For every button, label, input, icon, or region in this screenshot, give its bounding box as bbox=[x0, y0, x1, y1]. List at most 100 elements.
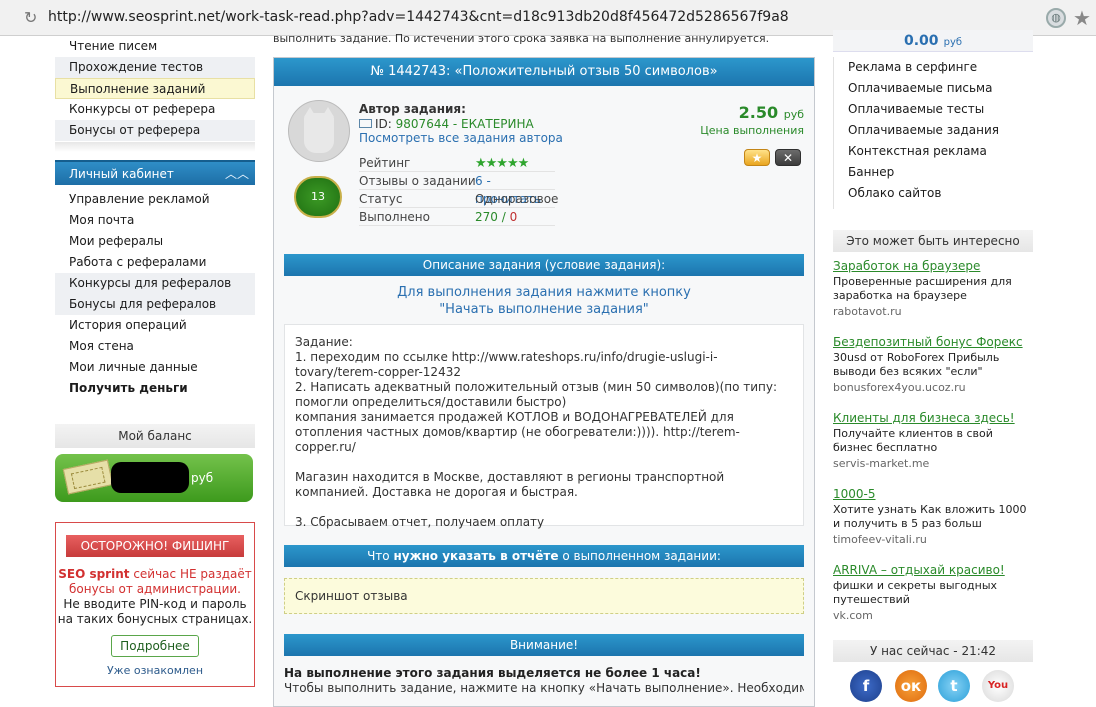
instruction-line1: Для выполнения задания нажмите кнопку bbox=[397, 285, 691, 300]
attention-header: Внимание! bbox=[284, 634, 804, 656]
rating-stars: ★★★★★ bbox=[475, 156, 529, 171]
adv-item-tasks[interactable]: Оплачиваемые задания bbox=[834, 120, 1033, 141]
stat-rating-key: Рейтинг bbox=[359, 156, 411, 170]
interesting-header: Это может быть интересно bbox=[833, 230, 1033, 252]
bookmark-star-icon[interactable]: ★ bbox=[1073, 6, 1091, 30]
balance-currency: руб bbox=[191, 471, 214, 485]
mail-icon[interactable] bbox=[359, 119, 372, 128]
attention-title: На выполнение этого задания выделяется н… bbox=[284, 666, 701, 680]
reload-icon[interactable]: ↻ bbox=[24, 9, 42, 27]
menu-item-referrer-bonuses[interactable]: Бонусы от реферера bbox=[55, 120, 255, 141]
balance-box[interactable]: руб bbox=[55, 454, 253, 502]
youtube-icon[interactable]: You bbox=[982, 670, 1014, 702]
cabinet-item-referral-work[interactable]: Работа с рефералами bbox=[55, 252, 255, 273]
adv-item-letters[interactable]: Оплачиваемые письма bbox=[834, 78, 1033, 99]
menu-divider bbox=[55, 142, 255, 152]
adv-item-context[interactable]: Контекстная реклама bbox=[834, 141, 1033, 162]
report-header-bold: нужно указать в отчёте bbox=[393, 549, 559, 563]
task-card: № 1442743: «Положительный отзыв 50 симво… bbox=[273, 57, 815, 707]
twitter-icon[interactable]: t bbox=[938, 670, 970, 702]
ad-text: Хотите узнать Как вложить 1000 и получит… bbox=[833, 503, 1027, 530]
globe-icon[interactable]: ◍ bbox=[1046, 8, 1066, 28]
author-tasks-link[interactable]: Посмотреть все задания автора bbox=[359, 131, 563, 145]
adv-item-cloud[interactable]: Облако сайтов bbox=[834, 183, 1033, 204]
menu-item-read-letters[interactable]: Чтение писем bbox=[55, 36, 255, 57]
odnoklassniki-icon[interactable]: ок bbox=[895, 670, 927, 702]
ad-title-link[interactable]: 1000-5 bbox=[833, 487, 1033, 501]
cabinet-item-wall[interactable]: Моя стена bbox=[55, 336, 255, 357]
desc-line: Задание: bbox=[295, 335, 353, 349]
ad-url: rabotavot.ru bbox=[833, 305, 902, 318]
desc-gap bbox=[295, 500, 793, 515]
balance-redacted bbox=[111, 462, 189, 493]
cabinet-item-referral-bonuses[interactable]: Бонусы для рефералов bbox=[55, 294, 255, 315]
phishing-title: ОСТОРОЖНО! ФИШИНГ bbox=[66, 535, 244, 557]
cabinet-item-mail[interactable]: Моя почта bbox=[55, 210, 255, 231]
desc-line: компания занимается продажей КОТЛОВ и ВО… bbox=[295, 410, 740, 454]
phishing-ack-link[interactable]: Уже ознакомлен bbox=[56, 664, 254, 677]
cabinet-header[interactable]: Личный кабинет ︿︿ bbox=[55, 160, 255, 185]
cabinet-item-history[interactable]: История операций bbox=[55, 315, 255, 336]
desc-gap bbox=[295, 455, 793, 470]
now-header: У нас сейчас - 21:42 bbox=[833, 640, 1033, 662]
ad-title-link[interactable]: Бездепозитный бонус Форекс bbox=[833, 335, 1033, 349]
menu-item-referrer-contests[interactable]: Конкурсы от реферера bbox=[55, 99, 255, 120]
ad-title-link[interactable]: Заработок на браузере bbox=[833, 259, 1033, 273]
desc-line: Магазин находится в Москве, доставляют в… bbox=[295, 470, 725, 499]
favorite-star-button[interactable]: ★ bbox=[744, 149, 770, 166]
author-id-prefix: ID: bbox=[375, 117, 392, 131]
instruction: Для выполнения задания нажмите кнопку "Н… bbox=[284, 284, 804, 318]
cabinet-item-ads[interactable]: Управление рекламой bbox=[55, 189, 255, 210]
author-id-link[interactable]: 9807644 - ЕКАТЕРИНА bbox=[396, 117, 534, 131]
left-menu: Чтение писем Прохождение тестов Выполнен… bbox=[55, 36, 255, 141]
stat-status-value: Одноразовое bbox=[475, 192, 559, 206]
task-description: Задание: 1. переходим по ссылке http://w… bbox=[284, 324, 804, 529]
stat-rating: Рейтинг ★★★★★ bbox=[359, 154, 555, 172]
rating-stars-icon: ★★★★★ bbox=[475, 154, 529, 173]
adv-item-surfing[interactable]: Реклама в серфинге bbox=[834, 57, 1033, 78]
address-field[interactable]: http://www.seosprint.net/work-task-read.… bbox=[48, 9, 789, 25]
task-price: 2.50 руб bbox=[714, 103, 804, 122]
stat-reviews: Отзывы о задании 6 - прочитать bbox=[359, 172, 555, 206]
advertiser-menu: Реклама в серфинге Оплачиваемые письма О… bbox=[833, 57, 1033, 209]
report-header-post: о выполненном задании: bbox=[558, 549, 721, 563]
cabinet-item-referral-contests[interactable]: Конкурсы для рефералов bbox=[55, 273, 255, 294]
ad-text: 30usd от RoboForex Прибыль выводи без вс… bbox=[833, 351, 1000, 378]
desc-line: 3. Сбрасываем отчет, получаем оплату bbox=[295, 515, 545, 529]
cat-avatar-icon bbox=[304, 107, 334, 153]
adv-item-tests[interactable]: Оплачиваемые тесты bbox=[834, 99, 1033, 120]
stat-done-sep: / bbox=[497, 210, 510, 224]
ad-item: Клиенты для бизнеса здесь! Получайте кли… bbox=[833, 411, 1033, 471]
facebook-icon[interactable]: f bbox=[850, 670, 882, 702]
balance-header: Мой баланс bbox=[55, 424, 255, 448]
top-note: выполнить задание. По истечении этого ср… bbox=[273, 32, 770, 45]
phishing-more-button[interactable]: Подробнее bbox=[111, 635, 199, 657]
author-avatar[interactable] bbox=[288, 100, 350, 162]
ad-title-link[interactable]: Клиенты для бизнеса здесь! bbox=[833, 411, 1033, 425]
money-bills-icon bbox=[62, 459, 114, 495]
right-balance: 0.00 руб bbox=[833, 30, 1033, 52]
author-id-line: ID: 9807644 - ЕКАТЕРИНА bbox=[359, 117, 534, 131]
menu-item-tests[interactable]: Прохождение тестов bbox=[55, 57, 255, 78]
cabinet-title: Личный кабинет bbox=[69, 167, 174, 181]
task-title: № 1442743: «Положительный отзыв 50 симво… bbox=[274, 58, 814, 86]
ad-item: Заработок на браузере Проверенные расшир… bbox=[833, 259, 1033, 319]
author-level: 13 bbox=[311, 190, 325, 203]
desc-header: Описание задания (условие задания): bbox=[284, 254, 804, 276]
report-header-pre: Что bbox=[367, 549, 394, 563]
cabinet-item-personal-data[interactable]: Мои личные данные bbox=[55, 357, 255, 378]
adv-item-banner[interactable]: Баннер bbox=[834, 162, 1033, 183]
report-header: Что нужно указать в отчёте о выполненном… bbox=[284, 545, 804, 567]
report-requirement: Скриншот отзыва bbox=[284, 578, 804, 614]
cabinet-item-withdraw[interactable]: Получить деньги bbox=[55, 378, 255, 399]
chevron-up-icon[interactable]: ︿︿ bbox=[225, 162, 249, 187]
desc-line: 2. Написать адекватный положительный отз… bbox=[295, 380, 778, 409]
hide-task-button[interactable]: ✕ bbox=[775, 149, 801, 166]
ad-text: Проверенные расширения для заработка на … bbox=[833, 275, 1012, 302]
menu-item-tasks[interactable]: Выполнение заданий bbox=[55, 78, 255, 99]
ad-text: Получайте клиентов в свой бизнес бесплат… bbox=[833, 427, 993, 454]
ad-title-link[interactable]: ARRIVA – отдыхай красиво! bbox=[833, 563, 1033, 577]
price-label: Цена выполнения bbox=[700, 124, 804, 137]
phishing-brand: SEO sprint bbox=[58, 567, 130, 581]
cabinet-item-referrals[interactable]: Мои рефералы bbox=[55, 231, 255, 252]
